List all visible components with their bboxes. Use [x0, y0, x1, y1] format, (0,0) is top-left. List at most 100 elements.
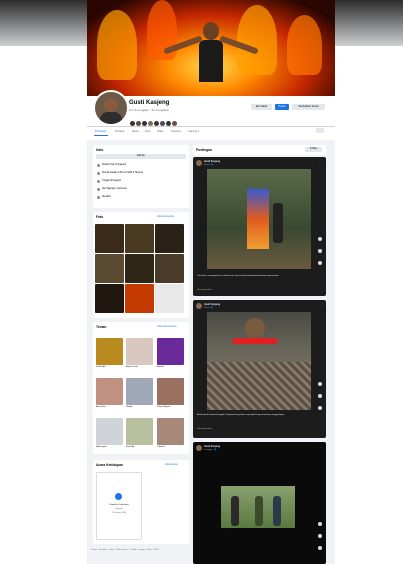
- person-in-photo: [273, 496, 281, 526]
- tab-posts[interactable]: Postingan: [95, 130, 107, 133]
- post-media[interactable]: [207, 312, 311, 410]
- tab-checkins[interactable]: Check-in: [171, 130, 181, 133]
- see-all-events-link[interactable]: Lihat semua: [165, 464, 178, 466]
- see-translation-link[interactable]: Lihat terjemahan: [197, 428, 297, 431]
- friend-name[interactable]: Andris Dandi: [126, 366, 137, 368]
- text-overlay-bar: [233, 338, 277, 344]
- friend-photo[interactable]: [157, 338, 184, 365]
- like-icon[interactable]: [318, 522, 322, 526]
- more-options-icon[interactable]: ···: [319, 445, 322, 449]
- tab-photos[interactable]: Foto: [145, 130, 150, 133]
- post-author[interactable]: Gusti Kasjeng: [204, 160, 220, 163]
- friend-photo[interactable]: [126, 378, 153, 405]
- comment-icon[interactable]: [318, 534, 322, 538]
- photo-thumb[interactable]: [95, 284, 124, 313]
- see-translation-link[interactable]: Lihat terjemahan: [197, 289, 297, 292]
- photo-thumb[interactable]: [155, 224, 184, 253]
- filter-button[interactable]: ⇅ Filter: [305, 147, 322, 152]
- wood-pile: [207, 362, 311, 410]
- friend-photo[interactable]: [157, 378, 184, 405]
- edit-bio-button[interactable]: Edit bio: [96, 154, 186, 159]
- photo-thumb[interactable]: [125, 284, 154, 313]
- friend-name[interactable]: Paul Budhi: [96, 366, 106, 368]
- post-card[interactable]: Gusti Kasjeng 5 hari · 🌐 ··· Bersih-bers…: [193, 300, 326, 438]
- more-options-icon[interactable]: ···: [319, 160, 322, 164]
- friend-name[interactable]: Yuliani R.: [157, 446, 165, 448]
- message-button[interactable]: Pesan: [275, 104, 289, 110]
- photo-thumb[interactable]: [155, 254, 184, 283]
- like-icon[interactable]: [318, 382, 322, 386]
- post-time[interactable]: 1 minggu · 🌐: [204, 449, 217, 451]
- intro-card: Intro Edit bio Pelatih Fisik di Nganjuk …: [93, 145, 189, 208]
- life-events-title: Acara Kehidupan: [96, 463, 124, 467]
- life-events-card: Acara Kehidupan Lihat semua Pindah ke ko…: [93, 460, 189, 544]
- post-caption: Bersih-bersih halaman bengkel. Tumpukan …: [197, 414, 285, 416]
- follow-button[interactable]: Ikuti kabar: [251, 104, 272, 110]
- friend-name[interactable]: Rizaldi: [126, 406, 132, 408]
- share-icon[interactable]: [318, 406, 322, 410]
- post-author[interactable]: Gusti Kasjeng: [204, 445, 220, 448]
- profile-avatar[interactable]: [93, 90, 129, 126]
- post-author-avatar[interactable]: [196, 160, 202, 166]
- profile-followers[interactable]: 8,1 rb pengikut · 31 mengikuti: [129, 108, 169, 112]
- person-in-photo: [245, 318, 265, 338]
- mutual-friends-avatars[interactable]: [129, 114, 178, 127]
- share-icon[interactable]: [318, 546, 322, 550]
- like-icon[interactable]: [318, 237, 322, 241]
- post-author-avatar[interactable]: [196, 445, 202, 451]
- heart-icon: [97, 196, 100, 199]
- photo-thumb[interactable]: [125, 224, 154, 253]
- tab-videos[interactable]: Video: [157, 130, 164, 133]
- post-author-avatar[interactable]: [196, 303, 202, 309]
- post-card[interactable]: Gusti Kasjeng 3 hari · 🌐 ··· Tahun baru,…: [193, 157, 326, 296]
- comment-icon[interactable]: [318, 249, 322, 253]
- life-event-item[interactable]: Pindah ke kota baru Nganjuk 18 Januari 2…: [96, 472, 142, 540]
- post-time[interactable]: 3 hari · 🌐: [204, 164, 213, 166]
- friend-photo[interactable]: [126, 418, 153, 445]
- share-icon[interactable]: [318, 261, 322, 265]
- tabs-options-button[interactable]: [316, 128, 324, 133]
- photo-thumb[interactable]: [95, 254, 124, 283]
- active-tab-indicator: [94, 135, 108, 136]
- friend-name[interactable]: Brahma: [157, 366, 164, 368]
- post-caption: Tahun baru, semangat baru. Latihan terus…: [197, 275, 280, 277]
- intro-item: Pelatih Fisik di Nganjuk: [102, 164, 126, 166]
- tab-reels[interactable]: Reels: [132, 130, 139, 133]
- cover-person: [163, 22, 259, 82]
- profile-tabs: Postingan Tentang Reels Foto Video Check…: [87, 126, 335, 137]
- photo-thumb[interactable]: [95, 224, 124, 253]
- photo-thumb[interactable]: [155, 284, 184, 313]
- footer-links[interactable]: Privasi · Ketentuan · Iklan · Pilihan Ik…: [91, 549, 159, 551]
- friend-name[interactable]: Ainun Nisa: [96, 406, 106, 408]
- banner-in-photo: [247, 189, 269, 249]
- see-all-friends-link[interactable]: Lihat semua teman: [157, 326, 177, 328]
- post-media[interactable]: [221, 486, 295, 528]
- post-card[interactable]: Gusti Kasjeng 1 minggu · 🌐 ···: [193, 442, 326, 564]
- friend-photo[interactable]: [126, 338, 153, 365]
- post-media[interactable]: [207, 169, 311, 269]
- friend-name[interactable]: Fachri Aji: [126, 446, 134, 448]
- post-time[interactable]: 5 hari · 🌐: [204, 307, 213, 309]
- post-author[interactable]: Gusti Kasjeng: [204, 303, 220, 306]
- add-friend-button[interactable]: Tambahkan teman: [292, 104, 325, 110]
- tab-more[interactable]: Lainnya ▾: [188, 130, 199, 133]
- photo-thumb[interactable]: [125, 254, 154, 283]
- friend-name[interactable]: Cahya Mulyani: [157, 406, 170, 408]
- event-date: 18 Januari 2018: [111, 512, 127, 514]
- see-all-photos-link[interactable]: Lihat semua foto: [157, 216, 174, 218]
- cover-photo[interactable]: [87, 0, 335, 96]
- friend-photo[interactable]: [157, 418, 184, 445]
- friend-photo[interactable]: [96, 418, 123, 445]
- intro-item: Menikah: [102, 196, 111, 198]
- more-options-icon[interactable]: ···: [319, 303, 322, 307]
- work-icon: [97, 164, 100, 167]
- comment-icon[interactable]: [318, 394, 322, 398]
- tab-about[interactable]: Tentang: [115, 130, 124, 133]
- person-in-photo: [273, 203, 283, 243]
- friend-photo[interactable]: [96, 378, 123, 405]
- friend-name[interactable]: Nadiansyah: [96, 446, 107, 448]
- friend-photo[interactable]: [96, 338, 123, 365]
- posts-title: Postingan: [196, 148, 212, 152]
- person-in-photo: [255, 496, 263, 526]
- posts-header: Postingan ⇅ Filter: [193, 145, 326, 155]
